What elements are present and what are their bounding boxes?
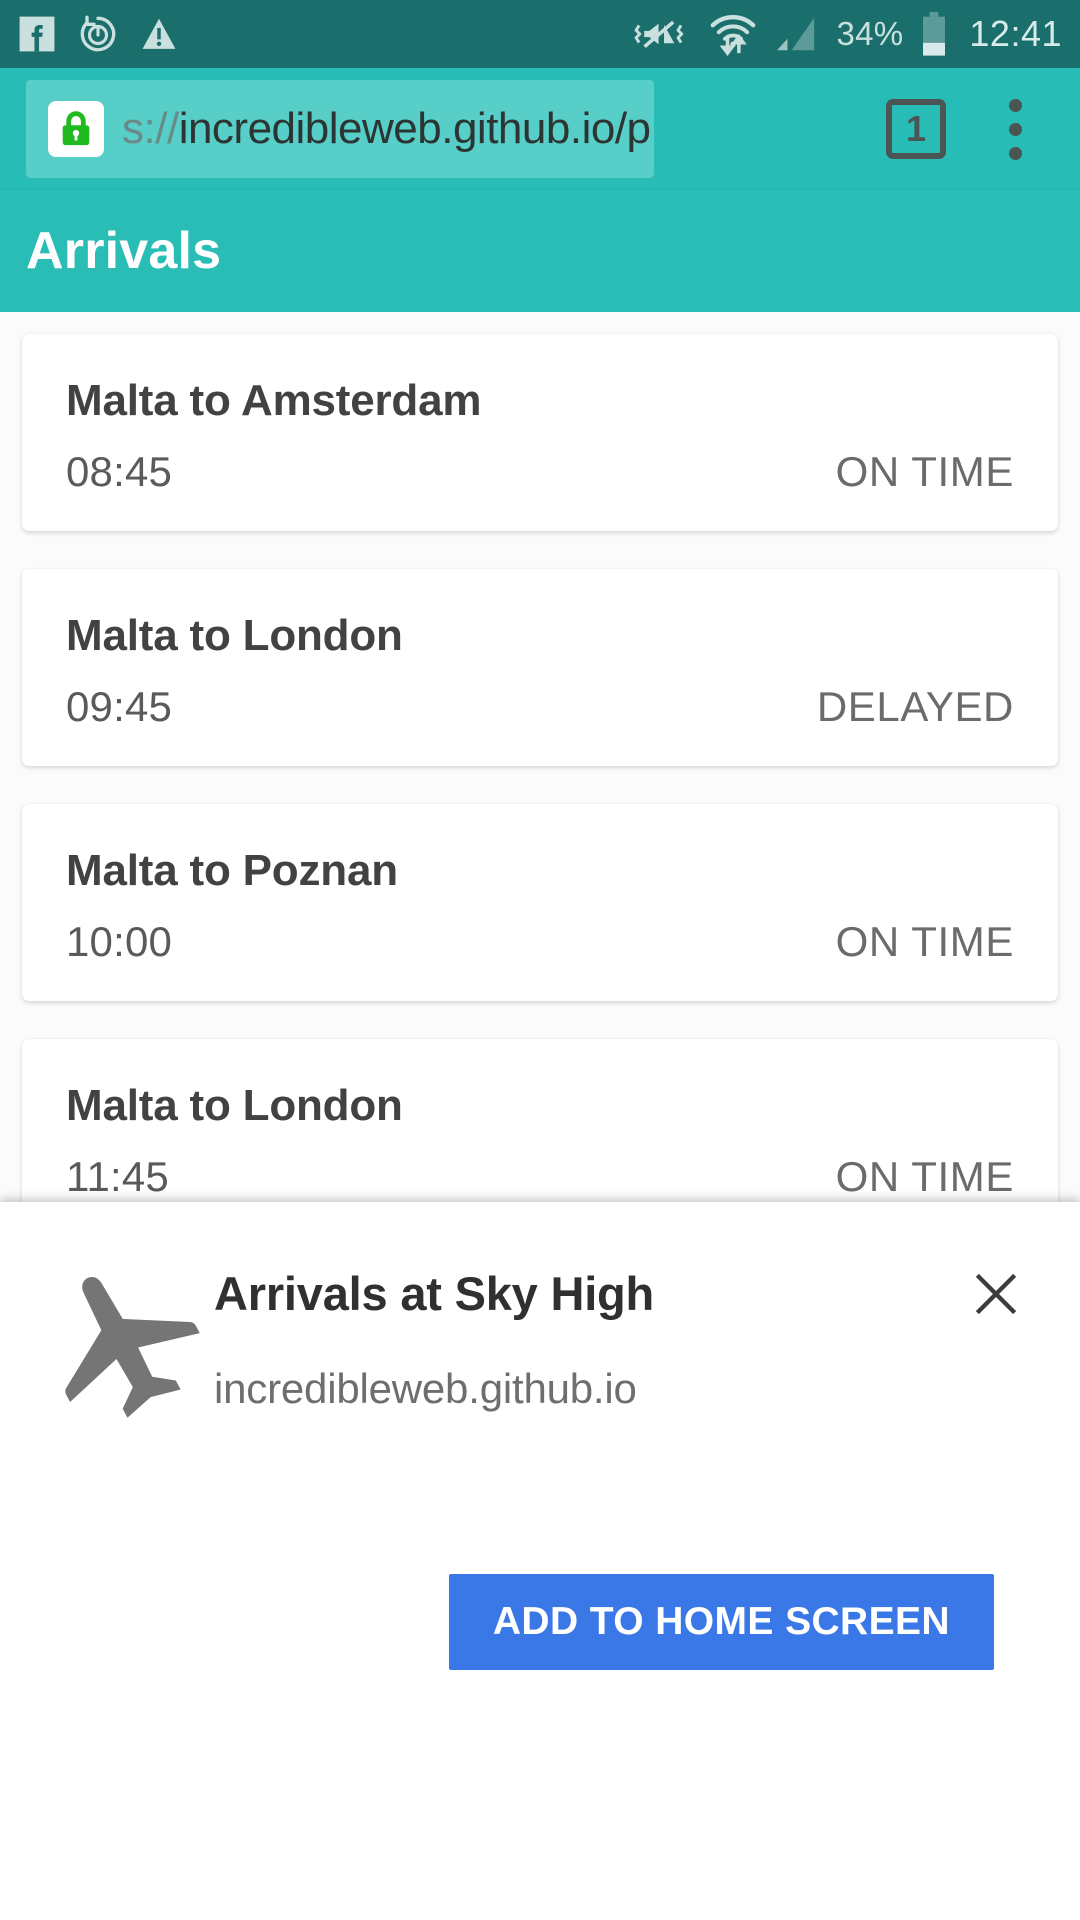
page-title: Arrivals	[26, 222, 222, 280]
battery-percent-label: 34%	[836, 15, 904, 52]
warning-triangle-icon	[140, 15, 178, 53]
flight-card[interactable]: Malta to Poznan 10:00 ON TIME	[22, 804, 1058, 1001]
address-bar[interactable]: s://incredibleweb.github.io/p	[26, 80, 654, 178]
battery-icon	[919, 11, 949, 57]
flight-time: 08:45	[66, 448, 173, 495]
flight-route: Malta to Amsterdam	[66, 376, 482, 425]
tab-counter-button[interactable]: 1	[886, 99, 946, 159]
status-bar: 34% 12:41	[0, 0, 1080, 68]
app-header: Arrivals	[0, 190, 1080, 312]
address-bar-url: s://incredibleweb.github.io/p	[122, 104, 651, 154]
flight-route: Malta to Poznan	[66, 846, 398, 895]
sync-power-icon	[78, 14, 118, 54]
wifi-data-transfer-icon	[708, 12, 758, 56]
flight-detail-row: 11:45 ON TIME	[66, 1153, 1014, 1201]
flight-status: ON TIME	[835, 1153, 1014, 1200]
facebook-icon	[18, 15, 56, 53]
flight-time: 09:45	[66, 683, 173, 730]
secure-lock-icon[interactable]	[48, 101, 104, 157]
banner-subtitle: incredibleweb.github.io	[214, 1365, 637, 1412]
banner-header-row: Arrivals at Sky High incredibleweb.githu…	[44, 1248, 1036, 1438]
url-host: incredibleweb.github.io/p	[178, 104, 651, 153]
tab-count-label: 1	[905, 108, 927, 149]
browser-toolbar: s://incredibleweb.github.io/p 1	[0, 68, 1080, 190]
close-icon[interactable]	[956, 1254, 1036, 1334]
flight-time: 10:00	[66, 918, 173, 965]
flight-card[interactable]: Malta to London 09:45 DELAYED	[22, 569, 1058, 766]
flight-time: 11:45	[66, 1153, 169, 1200]
vibrate-mute-icon	[634, 13, 692, 55]
flight-status: ON TIME	[835, 448, 1014, 495]
flight-status: DELAYED	[816, 683, 1014, 730]
url-scheme: s://	[122, 104, 179, 153]
banner-text-block: Arrivals at Sky High incredibleweb.githu…	[214, 1248, 956, 1413]
add-to-home-screen-button[interactable]: ADD TO HOME SCREEN	[448, 1574, 994, 1670]
status-bar-left-icons	[18, 14, 178, 54]
add-to-home-screen-banner: Arrivals at Sky High incredibleweb.githu…	[0, 1202, 1080, 1920]
banner-title: Arrivals at Sky High	[214, 1267, 655, 1320]
flight-card[interactable]: Malta to London 11:45 ON TIME	[22, 1039, 1058, 1224]
status-bar-clock: 12:41	[969, 13, 1062, 54]
arrivals-list[interactable]: Malta to Amsterdam 08:45 ON TIME Malta t…	[0, 312, 1080, 1224]
flight-route: Malta to London	[66, 1081, 403, 1130]
menu-dot-3	[1008, 146, 1022, 160]
flight-detail-row: 10:00 ON TIME	[66, 918, 1014, 966]
airplane-icon	[44, 1248, 214, 1438]
flight-detail-row: 08:45 ON TIME	[66, 448, 1014, 496]
banner-actions-row: ADD TO HOME SCREEN	[44, 1574, 1036, 1670]
menu-dot-1	[1008, 98, 1022, 112]
flight-status: ON TIME	[835, 918, 1014, 965]
flight-route: Malta to London	[66, 611, 403, 660]
flight-card[interactable]: Malta to Amsterdam 08:45 ON TIME	[22, 334, 1058, 531]
status-bar-right-icons: 34% 12:41	[634, 11, 1062, 57]
cellular-signal-icon	[774, 13, 820, 55]
flight-detail-row: 09:45 DELAYED	[66, 683, 1014, 731]
overflow-menu-icon[interactable]	[980, 98, 1050, 160]
menu-dot-2	[1008, 122, 1022, 136]
